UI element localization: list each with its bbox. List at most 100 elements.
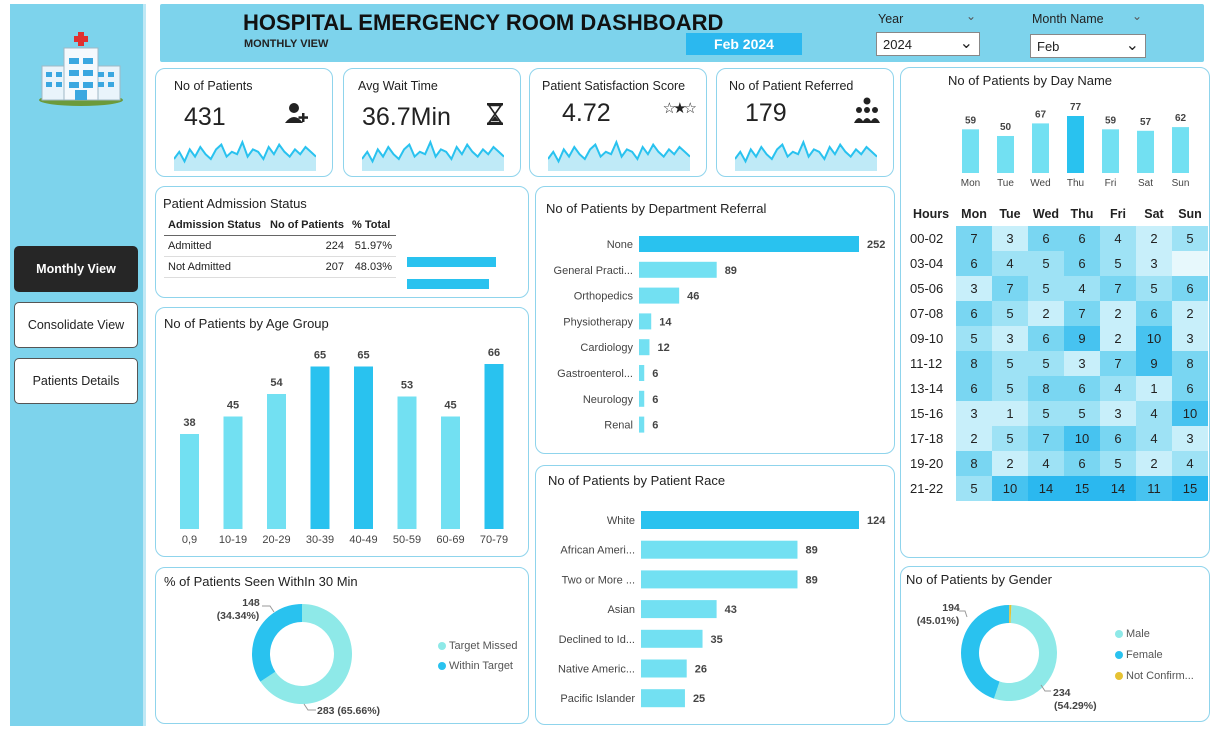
- heatmap-cell[interactable]: 5: [992, 301, 1028, 326]
- nav-patients-details-button[interactable]: Patients Details: [14, 358, 138, 404]
- heatmap-cell[interactable]: 5: [1064, 401, 1100, 426]
- heatmap-cell[interactable]: 8: [956, 451, 992, 476]
- heatmap-cell[interactable]: 6: [1172, 376, 1208, 401]
- heatmap-cell[interactable]: 10: [1172, 401, 1208, 426]
- data-label: 148: [242, 597, 260, 609]
- heatmap-cell[interactable]: 3: [1172, 326, 1208, 351]
- heatmap-cell[interactable]: 2: [992, 451, 1028, 476]
- heatmap-cell[interactable]: 4: [1172, 451, 1208, 476]
- heatmap-cell[interactable]: 7: [992, 276, 1028, 301]
- nav-consolidate-view-button[interactable]: Consolidate View: [14, 302, 138, 348]
- data-label: 252: [867, 239, 885, 251]
- heatmap-row-label: 11-12: [910, 356, 943, 371]
- heatmap-cell[interactable]: 3: [1064, 351, 1100, 376]
- heatmap-cell[interactable]: 6: [1172, 276, 1208, 301]
- heatmap-cell[interactable]: 6: [956, 301, 992, 326]
- legend-item[interactable]: Within Target: [438, 660, 513, 672]
- nav-monthly-view-button[interactable]: Monthly View: [14, 246, 138, 292]
- heatmap-cell[interactable]: 4: [1136, 401, 1172, 426]
- heatmap-cell[interactable]: 3: [1136, 251, 1172, 276]
- chevron-down-icon[interactable]: ⌄: [1132, 9, 1142, 23]
- heatmap-cell[interactable]: 2: [1172, 301, 1208, 326]
- heatmap-cell[interactable]: 6: [1064, 451, 1100, 476]
- heatmap-cell[interactable]: 9: [1064, 326, 1100, 351]
- heatmap-cell[interactable]: 6: [1064, 376, 1100, 401]
- heatmap-cell[interactable]: 6: [956, 376, 992, 401]
- heatmap-cell[interactable]: 7: [1100, 351, 1136, 376]
- heatmap-cell[interactable]: 5: [1028, 351, 1064, 376]
- heatmap-cell[interactable]: 5: [1100, 251, 1136, 276]
- heatmap-cell[interactable]: 6: [1064, 226, 1100, 251]
- year-select[interactable]: 2024 ⌄: [876, 32, 980, 56]
- heatmap-cell[interactable]: 2: [956, 426, 992, 451]
- heatmap-cell[interactable]: 7: [1028, 426, 1064, 451]
- heatmap-cell[interactable]: 4: [1100, 226, 1136, 251]
- tick-label: Fri: [1105, 178, 1117, 189]
- heatmap-cell[interactable]: 10: [992, 476, 1028, 501]
- heatmap-cell[interactable]: 5: [992, 376, 1028, 401]
- heatmap-cell[interactable]: 15: [1064, 476, 1100, 501]
- heatmap-cell[interactable]: 15: [1172, 476, 1208, 501]
- heatmap-cell[interactable]: 10: [1064, 426, 1100, 451]
- heatmap-cell[interactable]: 7: [1100, 276, 1136, 301]
- heatmap-cell[interactable]: 5: [956, 476, 992, 501]
- heatmap-cell[interactable]: 9: [1136, 351, 1172, 376]
- legend-item[interactable]: Not Confirm...: [1115, 670, 1194, 682]
- heatmap-cell[interactable]: 6: [1136, 301, 1172, 326]
- column-header[interactable]: Admission Status: [164, 215, 266, 236]
- heatmap-cell[interactable]: 5: [1028, 251, 1064, 276]
- table-row[interactable]: Admitted 224 51.97%: [164, 235, 396, 257]
- heatmap-cell[interactable]: 5: [1028, 276, 1064, 301]
- tick-label: Gastroenterol...: [557, 368, 633, 380]
- heatmap-cell[interactable]: 4: [1028, 451, 1064, 476]
- heatmap-cell[interactable]: 11: [1136, 476, 1172, 501]
- legend-item[interactable]: Male: [1115, 628, 1150, 640]
- heatmap-cell[interactable]: 2: [1136, 226, 1172, 251]
- heatmap-cell[interactable]: 5: [1172, 226, 1208, 251]
- chevron-down-icon[interactable]: ⌄: [966, 9, 976, 23]
- heatmap-cell[interactable]: 2: [1136, 451, 1172, 476]
- heatmap-cell[interactable]: 3: [1172, 426, 1208, 451]
- legend-item[interactable]: Target Missed: [438, 640, 517, 652]
- heatmap-cell[interactable]: 5: [992, 426, 1028, 451]
- heatmap-cell[interactable]: 2: [1100, 326, 1136, 351]
- column-header[interactable]: No of Patients: [266, 215, 348, 236]
- heatmap-cell[interactable]: 4: [1064, 276, 1100, 301]
- legend-item[interactable]: Female: [1115, 649, 1163, 661]
- heatmap-cell[interactable]: 4: [992, 251, 1028, 276]
- heatmap-cell[interactable]: 6: [1064, 251, 1100, 276]
- column-header[interactable]: % Total: [348, 215, 396, 236]
- heatmap-cell[interactable]: 5: [1100, 451, 1136, 476]
- heatmap-cell[interactable]: 14: [1028, 476, 1064, 501]
- heatmap-cell[interactable]: 6: [1028, 326, 1064, 351]
- heatmap-cell[interactable]: 3: [956, 276, 992, 301]
- heatmap-cell[interactable]: 5: [956, 326, 992, 351]
- heatmap-cell[interactable]: 1: [992, 401, 1028, 426]
- heatmap-cell[interactable]: 5: [1028, 401, 1064, 426]
- heatmap-cell[interactable]: 6: [1100, 426, 1136, 451]
- heatmap-cell[interactable]: [1172, 251, 1208, 276]
- heatmap-cell[interactable]: 6: [1028, 226, 1064, 251]
- heatmap-cell[interactable]: 2: [1100, 301, 1136, 326]
- heatmap-cell[interactable]: 4: [1136, 426, 1172, 451]
- heatmap-cell[interactable]: 3: [992, 326, 1028, 351]
- table-row[interactable]: Not Admitted 207 48.03%: [164, 256, 396, 278]
- heatmap-cell[interactable]: 8: [956, 351, 992, 376]
- heatmap-cell[interactable]: 10: [1136, 326, 1172, 351]
- heatmap-cell[interactable]: 8: [1028, 376, 1064, 401]
- heatmap-cell[interactable]: 2: [1028, 301, 1064, 326]
- sparkline: [362, 139, 504, 171]
- heatmap-cell[interactable]: 4: [1100, 376, 1136, 401]
- heatmap-cell[interactable]: 3: [992, 226, 1028, 251]
- heatmap-cell[interactable]: 14: [1100, 476, 1136, 501]
- heatmap-cell[interactable]: 5: [1136, 276, 1172, 301]
- heatmap-cell[interactable]: 7: [956, 226, 992, 251]
- heatmap-cell[interactable]: 6: [956, 251, 992, 276]
- heatmap-cell[interactable]: 3: [956, 401, 992, 426]
- heatmap-cell[interactable]: 5: [992, 351, 1028, 376]
- heatmap-cell[interactable]: 7: [1064, 301, 1100, 326]
- heatmap-cell[interactable]: 8: [1172, 351, 1208, 376]
- heatmap-cell[interactable]: 1: [1136, 376, 1172, 401]
- month-select[interactable]: Feb ⌄: [1030, 34, 1146, 58]
- heatmap-cell[interactable]: 3: [1100, 401, 1136, 426]
